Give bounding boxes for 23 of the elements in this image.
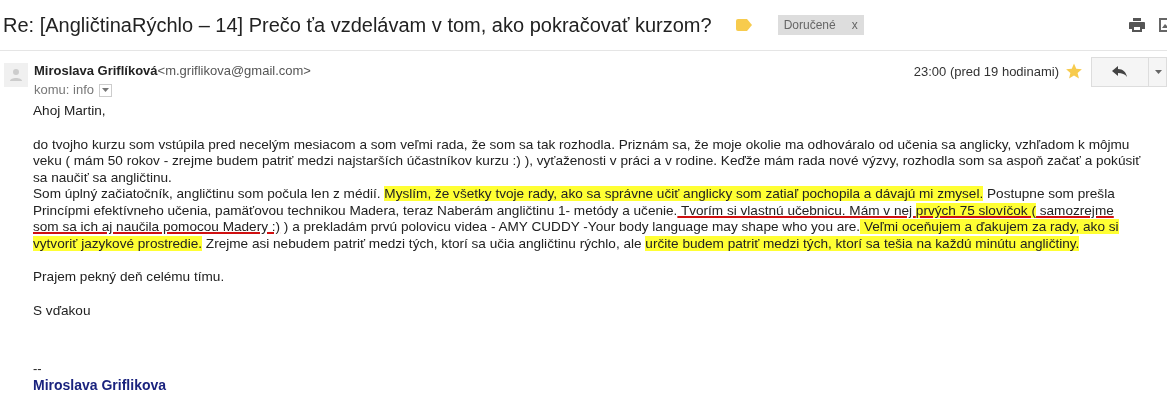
more-button[interactable]: [1149, 57, 1167, 87]
timestamp: 23:00 (pred 19 hodinami): [913, 64, 1059, 79]
caret-icon: [102, 88, 109, 92]
label-text: Doručené: [783, 18, 836, 32]
remove-label-button[interactable]: x: [851, 18, 858, 32]
print-icon[interactable]: [1129, 18, 1145, 32]
reply-button[interactable]: [1091, 57, 1149, 87]
message-paragraph: Ahoj Martin,: [33, 103, 107, 120]
signature-separator: --: [33, 361, 43, 377]
new-window-icon[interactable]: [1159, 18, 1167, 32]
recipient-text: komu: info: [34, 81, 94, 99]
sender-email: <m.griflikova@gmail.com>: [157, 63, 311, 78]
star-icon[interactable]: [1065, 62, 1083, 80]
reply-icon: [1112, 66, 1128, 78]
message-paragraph: S vďakou: [33, 302, 92, 319]
details-dropdown[interactable]: [99, 83, 112, 97]
avatar-icon: [4, 63, 28, 87]
signature-name: Miroslava Griflikova: [33, 377, 168, 393]
message-paragraph: Prajem pekný deň celému tímu.: [33, 269, 226, 286]
sender-name: Miroslava Griflíková: [34, 63, 158, 78]
email-subject: Re: [AngličtinaRýchlo – 14] Prečo ťa vzdelávam v tom, ako pokračovať kurzom?: [3, 13, 712, 37]
message-paragraph: do tvojho kurzu som vstúpila pred necelým mesiacom a som veľmi rada, že som sa tak rozhodla. Priznám sa, že moje okolie ma odhováralo od učenia sa anglicky, vzhľadom k môjmu veku ( mám 50 rokov - zrejme budem patriť medzi najstarších účastníkov kurzu :) ), vyťaženosti v práci a v rodine. Keďže mám rada nové výzvy, rozhodla som sa aspoň začať a pokúsiť sa naučiť sa angličtinu. Som úplný začiatočník, angličtinu som počula len z médií. Myslím, že všetky tvoje rady, ako sa správne učiť anglicky som zatiaľ pochopila a dávajú mi zmysel. Postupne som prešla Princípmi efektívneho učenia, pamäťovou technikou Madera, teraz Naberám angličtinu 1- metódy a učenie. Tvorím si vlastnú učebnicu. Mám v nej prvých 75 slovíčok ( samozrejme som sa ich aj naučila pomocou Madery :) ) a prekladám prvú polovicu videa - AMY CUDDY -Your body language may shape who you are. Veľmi oceňujem a ďakujem za rady, ako si vytvoriť jazykové prostredie. Zrejme asi nebudem patriť medzi tých, ktorí sa učia angličtinu rýchlo, ale určite budem patriť medzi tých, ktorí sa tešia na každú minútu angličtiny.: [33, 136, 1141, 252]
caret-icon: [1155, 70, 1162, 74]
